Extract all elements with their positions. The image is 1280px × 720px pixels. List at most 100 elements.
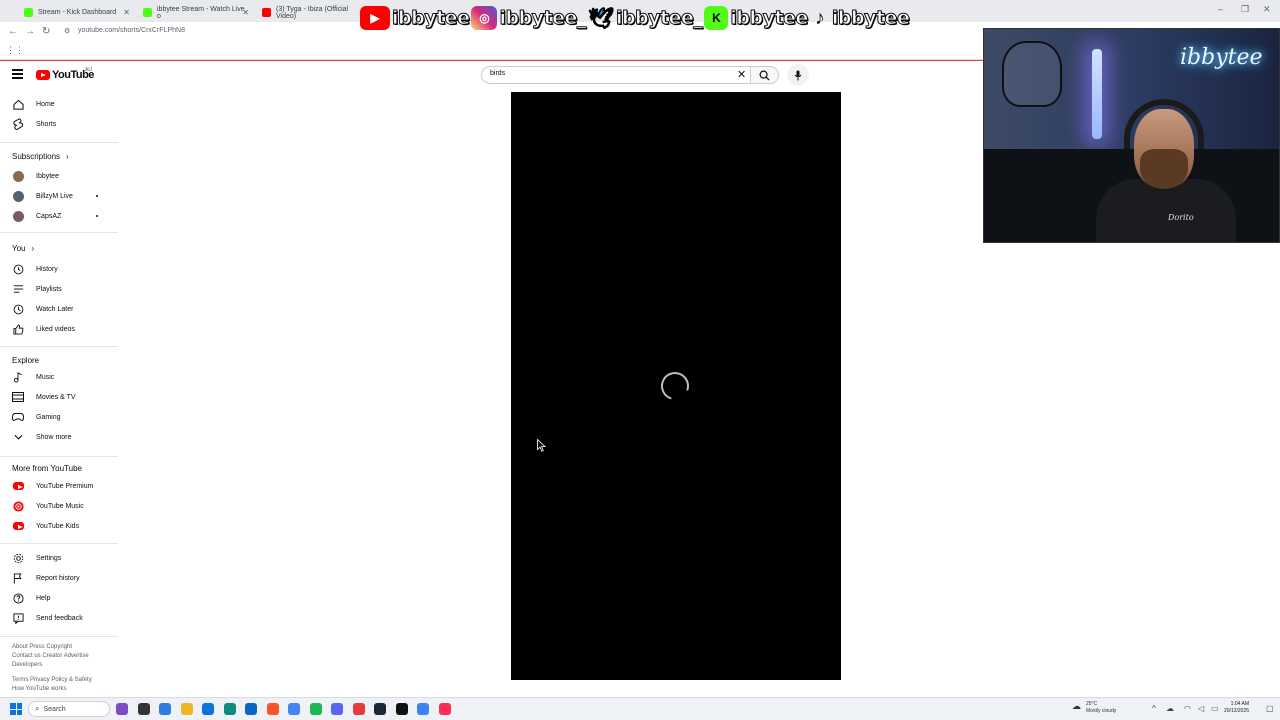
browser-tab-youtube-video[interactable]: (3) Tyga - Ibiza (Official Video) — [256, 3, 360, 22]
tab-label: (3) Tyga - Ibiza (Official Video) — [276, 5, 349, 20]
close-icon[interactable]: ✕ — [242, 8, 249, 17]
sidebar-item-playlists[interactable]: Playlists — [0, 280, 112, 298]
kick-icon — [143, 8, 152, 17]
forward-icon[interactable]: → — [25, 26, 35, 37]
taskbar-search[interactable]: ⌕ Search — [28, 701, 110, 717]
loading-spinner-icon — [661, 372, 689, 400]
sidebar-item-ibbytee[interactable]: Ibbytee — [0, 167, 112, 185]
taskbar-app-icon[interactable] — [223, 703, 236, 715]
taskbar-app-icon[interactable] — [180, 703, 193, 715]
sidebar-item-youtube-premium[interactable]: YouTube Premium — [0, 477, 112, 495]
sidebar-item-shorts[interactable]: Shorts — [0, 115, 112, 133]
tray-chevron-icon[interactable]: ^ — [1152, 704, 1156, 713]
footer-links[interactable]: Developers — [12, 662, 42, 668]
maximize-icon[interactable]: ❐ — [1241, 4, 1249, 15]
sidebar-item-liked-videos[interactable]: Liked videos — [0, 320, 112, 338]
sidebar-item-gaming[interactable]: Gaming — [0, 408, 112, 426]
tab-label: Stream - Kick Dashboard — [38, 9, 117, 16]
sidebar-item-report-history[interactable]: Report history — [0, 569, 112, 587]
sidebar-item-billzym-live[interactable]: BillzyM Live — [0, 187, 112, 205]
instagram-icon: ◎ — [471, 6, 498, 30]
site-info-icon[interactable]: ⚙ — [64, 27, 70, 35]
new-content-dot — [96, 215, 98, 217]
footer-links[interactable]: Terms Privacy Policy & Safety — [12, 677, 92, 683]
taskbar-search-placeholder: Search — [43, 705, 66, 713]
sidebar-item-label: CapsAZ — [36, 212, 62, 220]
divider — [0, 543, 118, 544]
taskbar-app-icon[interactable] — [417, 703, 429, 715]
taskbar-app-icon[interactable] — [159, 703, 171, 715]
sidebar-item-settings[interactable]: Settings — [0, 549, 112, 567]
notifications-icon[interactable]: ▢ — [1266, 704, 1274, 713]
apps-grid-icon[interactable]: ⋮⋮ — [6, 45, 24, 56]
streamer-beard — [1140, 149, 1188, 189]
taskbar-app-icon[interactable] — [288, 703, 300, 715]
sidebar-item-music[interactable]: Music — [0, 368, 112, 386]
tiktok-icon: ♪ — [814, 6, 825, 29]
sidebar-item-history[interactable]: History — [0, 260, 112, 278]
taskbar-app-icon[interactable] — [374, 703, 386, 715]
clear-search-icon[interactable]: ✕ — [737, 68, 746, 81]
taskbar-app-icon[interactable] — [137, 703, 150, 715]
minimize-icon[interactable]: – — [1218, 4, 1223, 14]
browser-tab-kick-dashboard[interactable]: Stream - Kick Dashboard ✕ — [18, 3, 136, 22]
taskbar-app-icon[interactable] — [395, 703, 408, 715]
close-icon[interactable]: ✕ — [123, 8, 130, 17]
back-icon[interactable]: ← — [8, 26, 18, 37]
sidebar-item-show-more[interactable]: Show more — [0, 428, 112, 446]
search-button[interactable] — [751, 66, 779, 84]
taskbar-app-icon[interactable] — [438, 703, 451, 715]
footer-links[interactable]: Contact us Creator Advertise — [12, 653, 89, 659]
gaming-icon — [12, 411, 24, 423]
divider — [0, 456, 118, 457]
heading-label: More from YouTube — [12, 464, 82, 473]
browser-tab-kick-stream[interactable]: ibbytee Stream - Watch Live o ✕ — [137, 3, 255, 22]
taskbar-app-icon[interactable] — [202, 703, 214, 715]
sidebar-item-label: Report history — [36, 574, 80, 582]
window-close-icon[interactable]: ✕ — [1263, 4, 1271, 15]
flag-icon — [12, 572, 24, 584]
gear-icon — [12, 552, 24, 564]
voice-search-button[interactable] — [787, 64, 809, 86]
sidebar-item-send-feedback[interactable]: Send feedback — [0, 609, 112, 627]
search-input[interactable]: birds ✕ — [481, 66, 751, 84]
taskbar-app-icon[interactable] — [309, 703, 322, 715]
footer-links[interactable]: How YouTube works — [12, 686, 66, 692]
taskbar-clock[interactable]: 1:04 AM 20/12/2025 — [1224, 701, 1249, 715]
address-bar[interactable]: youtube.com/shorts/CrxCrFLPhN8 — [78, 27, 185, 34]
sidebar-item-capsaz[interactable]: CapsAZ — [0, 207, 112, 225]
speaker-icon[interactable]: ◁ — [1198, 704, 1204, 713]
taskbar-app-icon[interactable] — [331, 703, 343, 715]
footer-links[interactable]: About Press Copyright — [12, 644, 72, 650]
windows-start-icon[interactable] — [10, 703, 22, 715]
taskbar-app-icon[interactable] — [116, 703, 128, 715]
shorts-video-player[interactable] — [511, 92, 841, 680]
hamburger-menu-icon[interactable] — [12, 69, 23, 81]
overlay-handle: ibbytee — [391, 7, 470, 30]
battery-icon[interactable]: ▭ — [1211, 704, 1219, 713]
taskbar-app-icon[interactable] — [352, 703, 365, 715]
overlay-handle: ibbytee — [730, 7, 809, 30]
sidebar-item-label: Send feedback — [36, 614, 83, 622]
wifi-icon[interactable]: ◠ — [1184, 704, 1191, 713]
you-heading[interactable]: You › — [12, 244, 34, 253]
sidebar-item-label: YouTube Kids — [36, 522, 80, 530]
sidebar-item-label: Shorts — [36, 120, 57, 128]
chevron-down-icon — [12, 431, 24, 443]
taskbar-app-icon[interactable] — [245, 703, 257, 715]
onedrive-icon[interactable]: ☁ — [1166, 704, 1174, 713]
taskbar-app-icon[interactable] — [266, 703, 279, 715]
divider — [0, 232, 118, 233]
neon-light — [1092, 49, 1102, 139]
sidebar-item-youtube-kids[interactable]: YouTube Kids — [0, 517, 112, 535]
subscriptions-heading[interactable]: Subscriptions › — [12, 152, 69, 161]
chevron-right-icon: › — [31, 244, 35, 253]
sidebar-item-youtube-music[interactable]: YouTube Music — [0, 497, 112, 515]
reload-icon[interactable]: ↻ — [42, 26, 50, 37]
weather-widget[interactable]: ☁ 25°C Mostly cloudy — [1072, 701, 1116, 715]
sidebar-item-watch-later[interactable]: Watch Later — [0, 300, 112, 318]
windows-taskbar: ⌕ Search ☁ 25°C Mostly cloudy ^ ☁ ◠ ◁ ▭ … — [0, 697, 1280, 720]
sidebar-item-home[interactable]: Home — [0, 95, 112, 113]
sidebar-item-movies-tv[interactable]: Movies & TV — [0, 388, 112, 406]
sidebar-item-help[interactable]: Help — [0, 589, 112, 607]
